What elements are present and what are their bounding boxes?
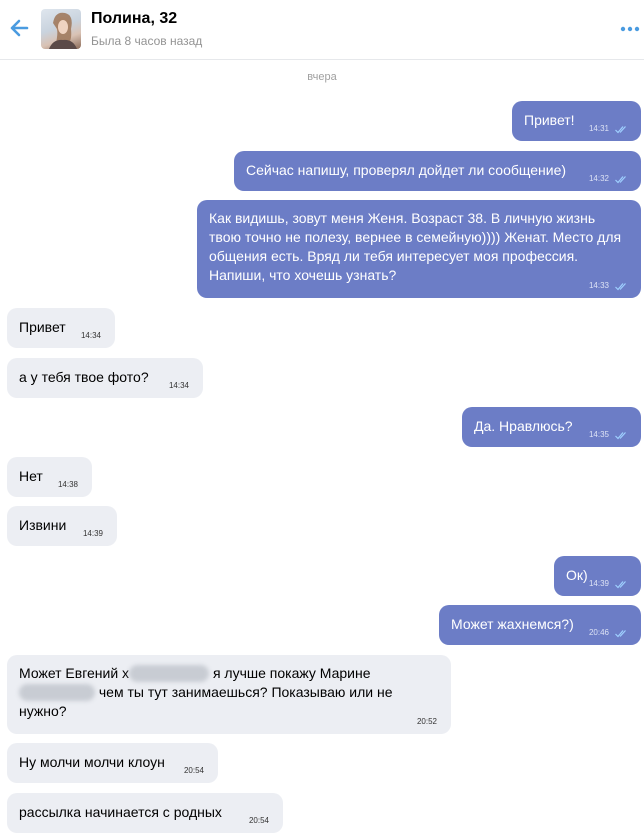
message-text: Как видишь, зовут меня Женя. Возраст 38.… — [209, 210, 622, 283]
message-incoming[interactable]: рассылка начинается с родных 20:54 — [7, 793, 283, 833]
more-options-icon[interactable] — [620, 22, 640, 36]
message-time: 14:34 — [168, 381, 189, 390]
message-incoming[interactable]: Привет 14:34 — [7, 308, 115, 348]
message-time: 14:34 — [80, 331, 101, 340]
message-text: рассылка начинается с родных — [19, 804, 222, 820]
message-text: Привет — [19, 319, 66, 335]
message-outgoing[interactable]: Ок) 14:39 — [554, 556, 641, 596]
message-incoming[interactable]: Извини 14:39 — [7, 506, 117, 546]
chat-header: Полина, 32 Была 8 часов назад — [0, 0, 644, 60]
message-time: 14:39 — [588, 579, 609, 588]
message-time: 20:46 — [588, 628, 609, 637]
message-text-part: я лучше покажу Марине — [212, 665, 371, 681]
redacted-blur — [129, 665, 210, 682]
message-time: 20:54 — [183, 766, 204, 775]
read-checkmarks-icon — [615, 432, 626, 440]
message-incoming[interactable]: Нет 14:38 — [7, 457, 92, 497]
message-time: 20:54 — [248, 816, 269, 825]
message-outgoing[interactable]: Как видишь, зовут меня Женя. Возраст 38.… — [197, 200, 641, 298]
chat-title: Полина, 32 — [91, 10, 178, 27]
back-arrow-icon[interactable] — [8, 17, 30, 39]
message-text: а у тебя твое фото? — [19, 369, 149, 385]
read-checkmarks-icon — [615, 581, 626, 589]
read-checkmarks-icon — [615, 126, 626, 134]
message-text: Сейчас напишу, проверял дойдет ли сообще… — [246, 162, 567, 178]
message-text: Привет! — [524, 112, 575, 128]
message-outgoing[interactable]: Может жахнемся?) 20:46 — [439, 605, 641, 645]
message-time: 20:52 — [416, 717, 437, 726]
message-time: 14:39 — [82, 529, 103, 538]
last-seen-status: Была 8 часов назад — [91, 34, 203, 48]
day-separator: вчера — [307, 71, 337, 83]
message-text: Ок) — [566, 567, 588, 583]
redacted-blur — [19, 684, 95, 701]
message-time: 14:33 — [588, 281, 609, 290]
message-outgoing[interactable]: Сейчас напишу, проверял дойдет ли сообще… — [234, 151, 641, 191]
message-incoming[interactable]: Ну молчи молчи клоун 20:54 — [7, 743, 218, 783]
message-incoming[interactable]: а у тебя твое фото? 14:34 — [7, 358, 203, 398]
message-text: Может жахнемся?) — [451, 616, 574, 632]
message-text: Нет — [19, 468, 43, 484]
read-checkmarks-icon — [615, 283, 626, 291]
message-incoming[interactable]: Может Евгений х я лучше покажу Марине че… — [7, 655, 451, 734]
message-text: Извини — [19, 517, 67, 533]
message-time: 14:32 — [588, 174, 609, 183]
read-checkmarks-icon — [615, 630, 626, 638]
message-time: 14:38 — [57, 480, 78, 489]
message-text: Да. Нравлюсь? — [474, 418, 573, 434]
read-checkmarks-icon — [615, 176, 626, 184]
avatar[interactable] — [41, 9, 81, 49]
message-time: 14:31 — [588, 124, 609, 133]
message-outgoing[interactable]: Привет! 14:31 — [512, 101, 641, 141]
message-text: Ну молчи молчи клоун — [19, 754, 165, 770]
message-outgoing[interactable]: Да. Нравлюсь? 14:35 — [462, 407, 641, 447]
message-text-part: Может Евгений х — [19, 665, 130, 681]
message-time: 14:35 — [588, 430, 609, 439]
